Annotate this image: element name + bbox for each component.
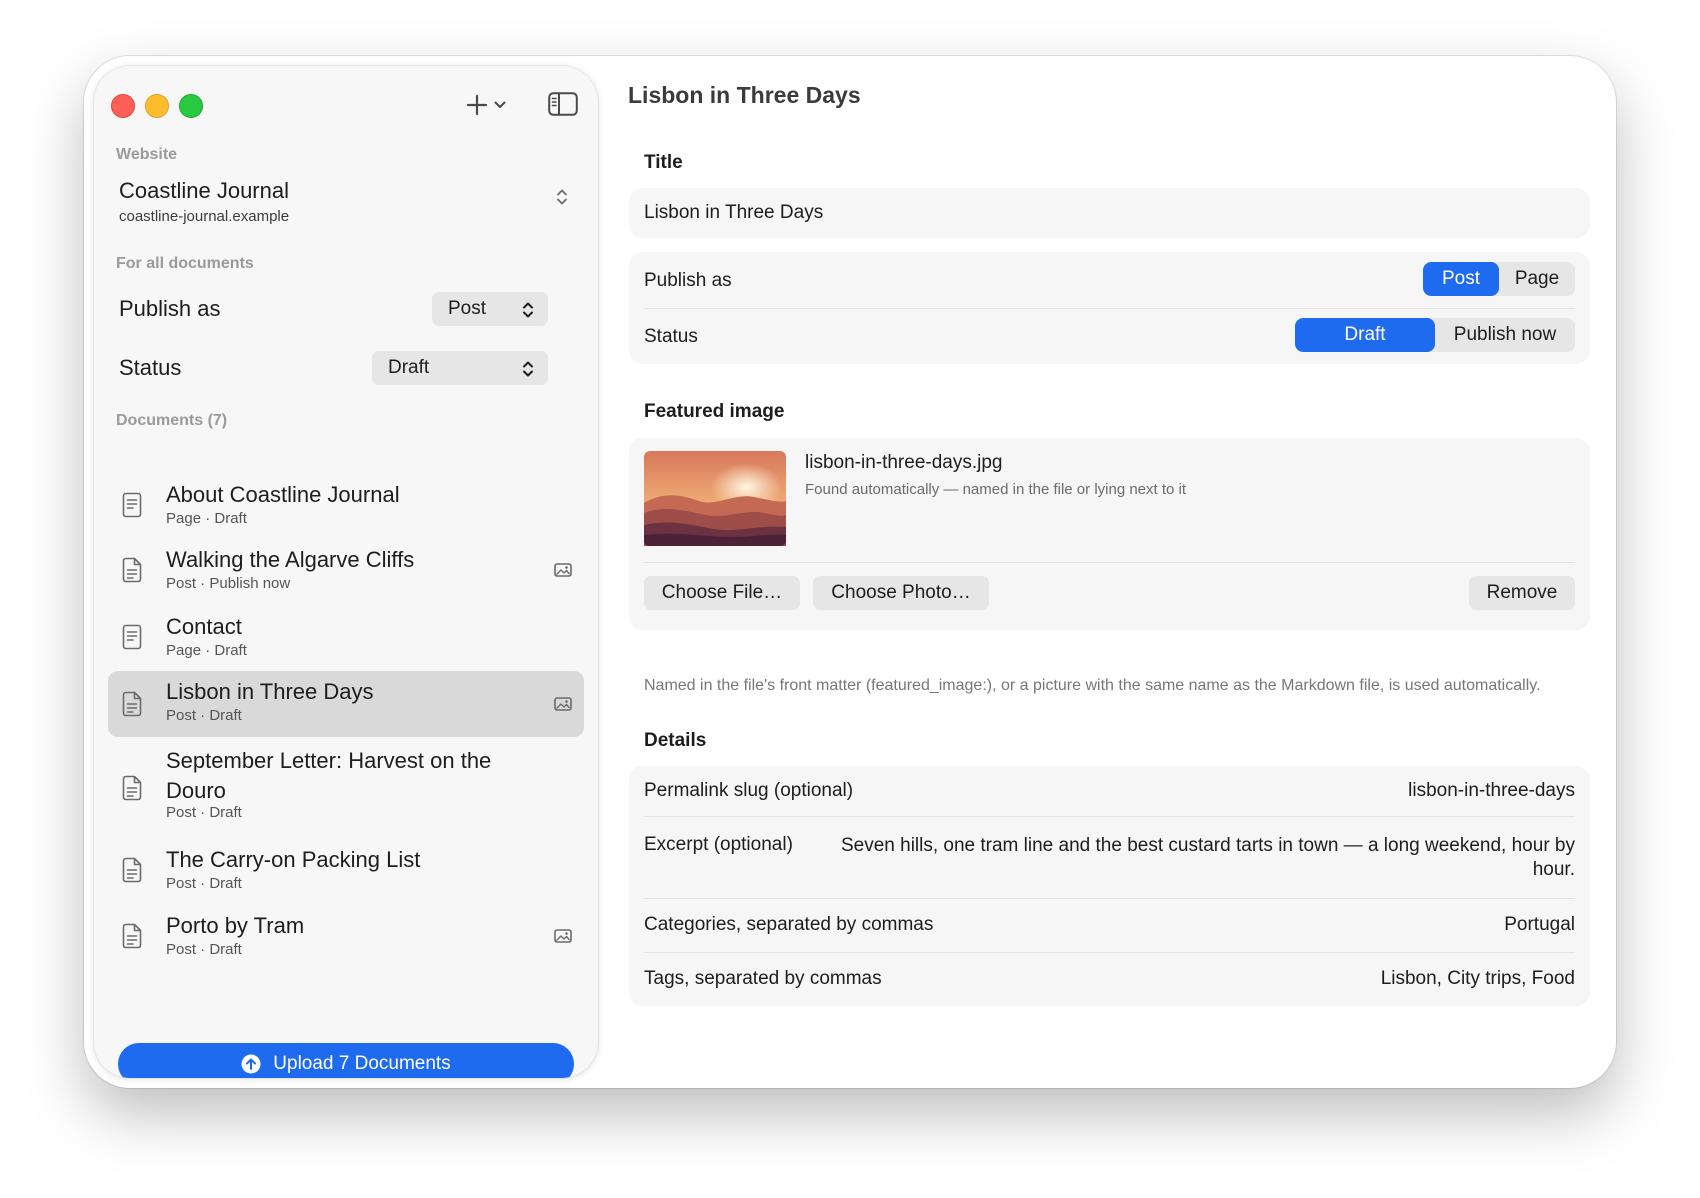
minimize-window-button[interactable]: [145, 94, 169, 118]
divider: [644, 308, 1575, 309]
status-segmented[interactable]: Draft Publish now: [1295, 318, 1575, 352]
choose-file-button[interactable]: Choose File…: [644, 576, 800, 610]
post-document-icon: [122, 691, 142, 722]
status-label: Status: [644, 326, 698, 347]
slug-label: Permalink slug (optional): [644, 780, 854, 801]
document-title: About Coastline Journal: [166, 482, 400, 507]
chevron-up-down-icon: [523, 302, 533, 318]
document-title: Porto by Tram: [166, 913, 305, 938]
document-title: September Letter: Harvest on the Douro: [166, 748, 492, 803]
post-document-icon: [122, 857, 142, 888]
publish-as-post-option[interactable]: Post: [1423, 262, 1499, 296]
title-field[interactable]: Lisbon in Three Days: [629, 188, 1590, 238]
remove-image-button[interactable]: Remove: [1469, 576, 1575, 610]
document-meta: Page · Draft: [166, 642, 247, 659]
document-row[interactable]: Contact Page · Draft: [108, 606, 584, 668]
documents-section-label: Documents (7): [116, 412, 228, 429]
featured-image-icon: [554, 697, 572, 716]
tags-value[interactable]: Lisbon, City trips, Food: [1381, 968, 1575, 990]
title-section-heading: Title: [644, 152, 683, 173]
status-publish-now-option[interactable]: Publish now: [1435, 318, 1575, 352]
featured-image-thumbnail: [644, 451, 786, 546]
chevron-down-icon: [494, 101, 506, 108]
publish-as-popup[interactable]: Post: [432, 292, 548, 326]
publish-as-label: Publish as: [644, 270, 732, 291]
document-title: Lisbon in Three Days: [166, 679, 374, 704]
document-title: The Carry-on Packing List: [166, 847, 421, 872]
tags-label: Tags, separated by commas: [644, 968, 882, 989]
status-label: Status: [119, 355, 182, 380]
zoom-window-button[interactable]: [179, 94, 203, 118]
featured-image-heading: Featured image: [644, 401, 785, 422]
document-title: Walking the Algarve Cliffs: [166, 547, 415, 572]
publish-as-segmented[interactable]: Post Page: [1423, 262, 1575, 296]
featured-image-hint: Named in the file's front matter (featur…: [644, 677, 1541, 694]
publish-as-popup-value: Post: [448, 298, 487, 319]
featured-image-card: lisbon-in-three-days.jpg Found automatic…: [629, 438, 1590, 630]
page-document-icon: [122, 624, 142, 655]
document-meta: Post · Publish now: [166, 575, 291, 592]
status-popup[interactable]: Draft: [372, 351, 548, 385]
document-meta: Post · Draft: [166, 875, 242, 892]
divider: [644, 816, 1575, 817]
post-document-icon: [122, 923, 142, 954]
title-input-value[interactable]: Lisbon in Three Days: [644, 202, 823, 224]
upload-arrow-icon: [241, 1054, 261, 1074]
upload-documents-button[interactable]: Upload 7 Documents: [118, 1043, 574, 1078]
document-row[interactable]: Lisbon in Three Days Post · Draft: [108, 671, 584, 737]
categories-label: Categories, separated by commas: [644, 914, 934, 935]
document-meta: Post · Draft: [166, 941, 242, 958]
plus-icon: [466, 94, 488, 116]
publish-as-page-option[interactable]: Page: [1499, 262, 1575, 296]
post-document-icon: [122, 775, 142, 806]
post-document-icon: [122, 557, 142, 588]
close-window-button[interactable]: [111, 94, 135, 118]
divider: [644, 952, 1575, 953]
status-popup-value: Draft: [388, 357, 430, 378]
document-meta: Post · Draft: [166, 707, 242, 724]
featured-image-icon: [554, 563, 572, 582]
for-all-documents-label: For all documents: [116, 255, 254, 272]
divider: [644, 898, 1575, 899]
details-card: Permalink slug (optional) lisbon-in-thre…: [629, 766, 1590, 1006]
divider: [644, 562, 1575, 563]
document-meta: Post · Draft: [166, 804, 242, 821]
publish-as-label: Publish as: [119, 296, 221, 321]
upload-button-label: Upload 7 Documents: [273, 1053, 451, 1074]
choose-photo-button[interactable]: Choose Photo…: [813, 576, 989, 610]
add-document-button[interactable]: [466, 90, 516, 120]
document-meta: Page · Draft: [166, 510, 247, 527]
window-title: Lisbon in Three Days: [628, 82, 861, 108]
sidebar-toggle-icon: [548, 92, 578, 116]
chevron-up-down-icon: [523, 361, 533, 377]
document-row[interactable]: About Coastline Journal Page · Draft: [108, 474, 584, 536]
toggle-sidebar-button[interactable]: [548, 92, 578, 121]
categories-value[interactable]: Portugal: [1504, 914, 1575, 936]
document-title: Contact: [166, 614, 242, 639]
document-row[interactable]: September Letter: Harvest on the Douro Po…: [108, 740, 584, 836]
featured-image-note: Found automatically — named in the file …: [805, 481, 1187, 498]
document-row[interactable]: Walking the Algarve Cliffs Post · Publish…: [108, 539, 584, 601]
document-row[interactable]: The Carry-on Packing List Post · Draft: [108, 839, 584, 901]
details-heading: Details: [644, 730, 707, 751]
excerpt-label: Excerpt (optional): [644, 834, 793, 855]
featured-image-filename: lisbon-in-three-days.jpg: [805, 452, 1003, 473]
slug-value[interactable]: lisbon-in-three-days: [1408, 780, 1575, 802]
site-switcher-button[interactable]: [556, 188, 568, 211]
app-window: Lisbon in Three Days Title Lisbon in Thr…: [84, 56, 1616, 1088]
site-name: Coastline Journal: [119, 178, 289, 203]
document-row[interactable]: Porto by Tram Post · Draft: [108, 905, 584, 967]
sidebar: Website Coastline Journal coastline-jour…: [94, 66, 598, 1078]
publish-options-card: Publish as Post Page Status Draft Publis…: [629, 252, 1590, 364]
featured-image-icon: [554, 929, 572, 948]
excerpt-value[interactable]: Seven hills, one tram line and the best …: [815, 834, 1575, 882]
site-url: coastline-journal.example: [119, 208, 290, 225]
status-draft-option[interactable]: Draft: [1295, 318, 1435, 352]
website-section-label: Website: [116, 146, 178, 163]
chevron-up-down-icon: [557, 189, 567, 205]
page-document-icon: [122, 492, 142, 523]
